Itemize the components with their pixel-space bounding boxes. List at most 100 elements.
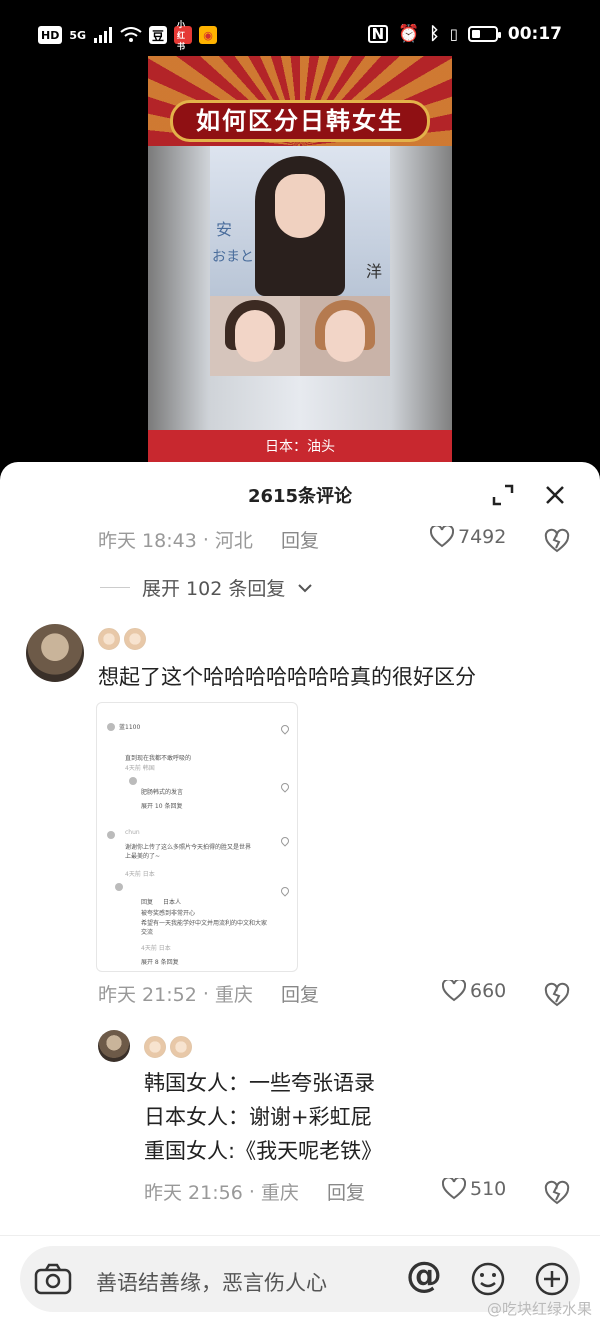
thumb-avatar bbox=[107, 723, 115, 731]
signal-icon bbox=[94, 27, 113, 43]
thumb-heart-icon bbox=[279, 723, 291, 735]
dot-separator: · bbox=[196, 982, 215, 1005]
sign-text-right: 洋 bbox=[365, 262, 382, 281]
reply-meta: 昨天 21:56 · 重庆 回复 bbox=[144, 1178, 365, 1205]
sub-face-right bbox=[325, 310, 365, 362]
video-photo: 安 おまと 洋 bbox=[148, 146, 452, 430]
comment-meta: 昨天 21:52 · 重庆 回复 bbox=[98, 980, 319, 1007]
heart-icon bbox=[442, 980, 466, 1002]
video-banner: 如何区分日韩女生 bbox=[148, 56, 452, 146]
expand-replies-label: 展开 102 条回复 bbox=[142, 578, 286, 600]
thumb-text: 日本人 bbox=[163, 899, 182, 906]
thumb-text: 展开 10 条回复 bbox=[141, 803, 183, 810]
emoji-icon[interactable] bbox=[470, 1261, 506, 1297]
thumb-avatar bbox=[107, 831, 115, 839]
xiaohongshu-app-icon: 小红书 bbox=[174, 20, 193, 51]
prev-comment-meta: 昨天 18:43 · 河北 回复 bbox=[98, 526, 319, 553]
prev-like-button[interactable]: 7492 bbox=[430, 526, 506, 548]
input-placeholder: 善语结善缘，恶言伤人心 bbox=[96, 1271, 327, 1295]
cookie-badge-icon bbox=[170, 1036, 192, 1058]
sub-portrait-left bbox=[210, 296, 300, 376]
thumb-heart-icon bbox=[279, 885, 291, 897]
thumb-heart-icon bbox=[279, 781, 291, 793]
banner-title: 如何区分日韩女生 bbox=[170, 100, 430, 142]
prev-comment-location: 河北 bbox=[214, 530, 253, 552]
thumb-avatar bbox=[115, 883, 123, 891]
status-left: HD 5G 豆 小红书 ◉ bbox=[38, 20, 218, 51]
bluetooth-icon: ᛒ bbox=[429, 24, 440, 44]
reply-text-line-3: 重国女人:《我天呢老铁》 bbox=[144, 1139, 383, 1163]
cookie-badge-icon bbox=[98, 628, 120, 650]
at-icon[interactable]: @ bbox=[406, 1255, 442, 1296]
clock-time: 00:17 bbox=[507, 24, 562, 44]
broken-heart-icon[interactable] bbox=[544, 982, 570, 1008]
prev-comment-time: 昨天 18:43 bbox=[98, 530, 197, 552]
thumb-text: 被夸奖感到非常开心 bbox=[141, 910, 196, 917]
comment-text: 想起了这个哈哈哈哈哈哈哈真的很好区分 bbox=[98, 665, 476, 689]
thumb-text: 肥肠韩式的发言 bbox=[141, 789, 184, 796]
close-icon[interactable] bbox=[540, 480, 570, 510]
prev-reply-button[interactable]: 回复 bbox=[281, 526, 319, 553]
camera-icon[interactable] bbox=[34, 1263, 72, 1295]
dot-separator: · bbox=[196, 528, 215, 551]
broken-heart-icon[interactable] bbox=[544, 528, 570, 554]
hd-badge: HD bbox=[38, 26, 63, 44]
like-count: 660 bbox=[470, 980, 507, 1002]
portrait-face bbox=[275, 174, 325, 238]
thumb-text: 直到现在我都不敢呼吸的 bbox=[125, 755, 192, 762]
cookie-badge-icon bbox=[124, 628, 146, 650]
reply-text-line-2: 日本女人：谢谢+彩虹屁 bbox=[144, 1105, 372, 1129]
reply-avatar[interactable] bbox=[98, 1030, 130, 1062]
expand-icon[interactable] bbox=[488, 480, 518, 510]
like-button[interactable]: 660 bbox=[442, 980, 506, 1002]
comment-location: 重庆 bbox=[214, 984, 253, 1006]
heart-icon bbox=[430, 526, 454, 548]
sub-portrait-right bbox=[300, 296, 390, 376]
expand-replies-button[interactable]: 展开 102 条回复 bbox=[100, 574, 313, 601]
battery-icon bbox=[467, 26, 501, 42]
divider-line bbox=[100, 587, 130, 588]
video-caption: 日本：油头 bbox=[265, 439, 335, 455]
user-badges bbox=[98, 628, 146, 650]
thumb-text: 蓝1100 bbox=[119, 724, 141, 731]
reply-text-line-1: 韩国女人：一些夸张语录 bbox=[144, 1071, 375, 1095]
thumb-text: 谢谢你上传了这么多照片今天拍得的胜又是世界上最美的了~ bbox=[125, 844, 252, 860]
thumb-text: 4天前 日本 bbox=[141, 945, 171, 952]
thumb-avatar bbox=[129, 777, 137, 785]
thumb-text: 4天前 日本 bbox=[125, 871, 155, 878]
sign-text-left2: おまと bbox=[212, 249, 254, 265]
reply-reply-button[interactable]: 回复 bbox=[327, 1178, 365, 1205]
comments-sheet: 2615条评论 昨天 18:43 · 河北 回复 7492 展开 102 条回复… bbox=[0, 462, 600, 1325]
comment-time: 昨天 21:52 bbox=[98, 984, 197, 1006]
weibo-app-icon: ◉ bbox=[199, 26, 218, 44]
reply-like-button[interactable]: 510 bbox=[442, 1178, 506, 1200]
wifi-icon bbox=[120, 27, 142, 42]
comment-image[interactable]: 蓝1100 直到现在我都不敢呼吸的 4天前 韩国 肥肠韩式的发言 展开 10 条… bbox=[96, 702, 298, 972]
sub-face-left bbox=[235, 310, 275, 362]
thumb-text: chun bbox=[125, 829, 140, 836]
video-player[interactable]: 如何区分日韩女生 安 おまと 洋 日本：油头 bbox=[148, 56, 452, 464]
thumb-heart-icon bbox=[279, 835, 291, 847]
plus-icon[interactable] bbox=[534, 1261, 570, 1297]
thumb-text: 回复 bbox=[141, 899, 154, 906]
cookie-badge-icon bbox=[144, 1036, 166, 1058]
prev-like-count: 7492 bbox=[458, 526, 507, 548]
douban-app-icon: 豆 bbox=[149, 26, 168, 44]
sign-text-left: 安 bbox=[216, 220, 233, 239]
thumb-text: 4天前 韩国 bbox=[125, 765, 155, 772]
thumb-text: 希望有一天我能学好中文并用流利的中文和大家交流 bbox=[141, 920, 268, 936]
reply-location: 重庆 bbox=[260, 1182, 299, 1204]
nfc-icon: N bbox=[367, 25, 389, 43]
reply-time: 昨天 21:56 bbox=[144, 1182, 243, 1204]
dot-separator: · bbox=[242, 1180, 261, 1203]
alarm-icon: ⏰ bbox=[398, 24, 420, 44]
reply-button[interactable]: 回复 bbox=[281, 980, 319, 1007]
reply-user-badges bbox=[144, 1036, 192, 1058]
chevron-down-icon bbox=[298, 583, 313, 592]
broken-heart-icon[interactable] bbox=[544, 1180, 570, 1206]
reply-like-count: 510 bbox=[470, 1178, 507, 1200]
main-portrait: 安 おまと 洋 bbox=[210, 146, 390, 296]
thumb-text: 展开 8 条回复 bbox=[141, 959, 179, 966]
network-5g-label: 5G bbox=[69, 28, 87, 42]
avatar[interactable] bbox=[26, 624, 84, 682]
